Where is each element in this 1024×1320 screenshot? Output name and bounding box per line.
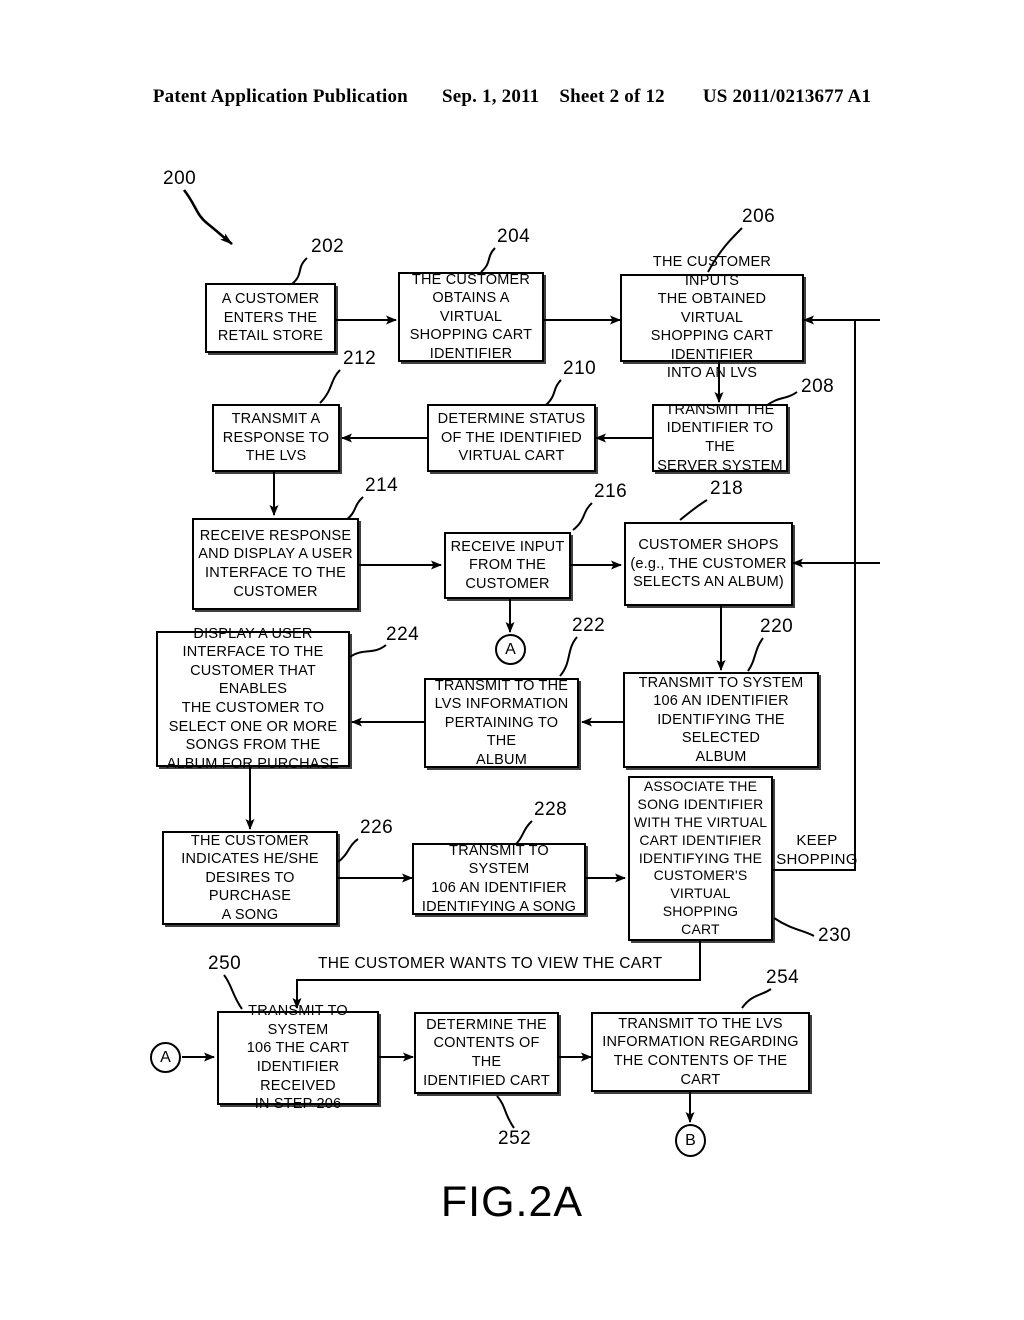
connector-circle-a-lower: A xyxy=(150,1042,181,1073)
patent-figure-page: Patent Application Publication Sep. 1, 20… xyxy=(0,0,1024,1320)
flow-box-224: DISPLAY A USER INTERFACE TO THE CUSTOMER T… xyxy=(156,626,350,772)
ref-numeral-250: 250 xyxy=(208,953,242,974)
flow-box-212: TRANSMIT A RESPONSE TO THE LVS xyxy=(212,404,340,472)
flow-box-224-text: DISPLAY A USER INTERFACE TO THE CUSTOMER T… xyxy=(166,625,340,772)
header-document-number: US 2011/0213677 A1 xyxy=(702,86,872,107)
connector-a-lower-label: A xyxy=(160,1048,171,1066)
ref-numeral-254: 254 xyxy=(766,967,800,988)
flow-box-212-text: TRANSMIT A RESPONSE TO THE LVS xyxy=(222,411,330,465)
ref-numeral-228: 228 xyxy=(534,799,568,820)
flow-box-230: ASSOCIATE THE SONG IDENTIFIER WITH THE VIR… xyxy=(628,776,773,941)
flow-box-216-text: RECEIVE INPUT FROM THE CUSTOMER xyxy=(450,538,565,592)
flow-box-250-text: TRANSMIT TO SYSTEM 106 THE CART IDENTIFIER… xyxy=(246,1003,350,1113)
keep-shopping-line1: KEEP xyxy=(796,832,838,849)
flow-box-218-text: CUSTOMER SHOPS (e.g., THE CUSTOMER SELECTS… xyxy=(630,537,787,591)
flow-box-206-text: THE CUSTOMER INPUTS THE OBTAINED VIRTUAL S… xyxy=(650,254,774,382)
ref-numeral-200: 200 xyxy=(163,168,197,189)
ref-numeral-218: 218 xyxy=(710,478,744,499)
flow-box-204: THE CUSTOMER OBTAINS A VIRTUAL SHOPPING CA… xyxy=(398,272,544,362)
ref-numeral-222: 222 xyxy=(572,615,606,636)
keep-shopping-line2: SHOPPING xyxy=(776,850,858,868)
connector-circle-b: B xyxy=(675,1124,706,1157)
flow-box-254-text: TRANSMIT TO THE LVS INFORMATION REGARDING… xyxy=(602,1015,799,1088)
view-cart-label: THE CUSTOMER WANTS TO VIEW THE CART xyxy=(318,955,662,973)
flow-box-252: DETERMINE THE CONTENTS OF THE IDENTIFIED C… xyxy=(414,1012,559,1094)
view-cart-label-text: THE CUSTOMER WANTS TO VIEW THE CART xyxy=(318,955,663,972)
flow-box-254: TRANSMIT TO THE LVS INFORMATION REGARDING… xyxy=(591,1012,810,1092)
ref-numeral-212: 212 xyxy=(343,348,377,369)
ref-numeral-208: 208 xyxy=(801,376,835,397)
flow-box-226: THE CUSTOMER INDICATES HE/SHE DESIRES TO P… xyxy=(162,831,338,925)
flow-box-208: TRANSMIT THE IDENTIFIER TO THE SERVER SYST… xyxy=(652,401,788,474)
ref-numeral-252: 252 xyxy=(498,1128,532,1149)
ref-numeral-226: 226 xyxy=(360,817,394,838)
flow-box-222-text: TRANSMIT TO THE LVS INFORMATION PERTAINING… xyxy=(434,677,569,768)
flow-box-222: TRANSMIT TO THE LVS INFORMATION PERTAINING… xyxy=(424,678,579,768)
flow-box-226-text: THE CUSTOMER INDICATES HE/SHE DESIRES TO P… xyxy=(181,832,319,923)
flow-box-250: TRANSMIT TO SYSTEM 106 THE CART IDENTIFIER… xyxy=(217,1003,379,1112)
connector-circle-a-upper: A xyxy=(495,634,526,665)
flow-box-206: THE CUSTOMER INPUTS THE OBTAINED VIRTUAL S… xyxy=(620,254,804,381)
figure-caption: FIG.2A xyxy=(0,1178,1024,1227)
figure-caption-text: FIG.2A xyxy=(440,1178,584,1226)
flow-box-228-text: TRANSMIT TO SYSTEM 106 AN IDENTIFIER IDENT… xyxy=(421,842,577,915)
ref-numeral-210: 210 xyxy=(563,358,597,379)
flow-box-202: A CUSTOMER ENTERS THE RETAIL STORE xyxy=(205,283,336,353)
ref-numeral-224: 224 xyxy=(386,624,420,645)
flow-box-210: DETERMINE STATUS OF THE IDENTIFIED VIRTUAL… xyxy=(427,404,596,472)
header-date: Sep. 1, 2011 xyxy=(441,86,540,107)
flow-box-230-text: ASSOCIATE THE SONG IDENTIFIER WITH THE VIR… xyxy=(633,777,768,938)
flow-box-208-text: TRANSMIT THE IDENTIFIER TO THE SERVER SYST… xyxy=(657,401,783,474)
flow-box-228: TRANSMIT TO SYSTEM 106 AN IDENTIFIER IDENT… xyxy=(412,843,586,915)
flow-box-252-text: DETERMINE THE CONTENTS OF THE IDENTIFIED C… xyxy=(423,1016,550,1089)
ref-numeral-202: 202 xyxy=(311,236,345,257)
connector-a-upper-label: A xyxy=(505,640,516,658)
ref-numeral-214: 214 xyxy=(365,475,399,496)
publication-header: Patent Application Publication Sep. 1, 20… xyxy=(0,86,1024,108)
flow-box-216: RECEIVE INPUT FROM THE CUSTOMER xyxy=(444,532,571,599)
connector-b-label: B xyxy=(685,1131,696,1149)
flow-box-214: RECEIVE RESPONSE AND DISPLAY A USER INTERF… xyxy=(192,518,359,610)
keep-shopping-label: KEEP SHOPPING xyxy=(776,832,858,870)
flow-box-214-text: RECEIVE RESPONSE AND DISPLAY A USER INTERF… xyxy=(198,527,353,600)
ref-numeral-230: 230 xyxy=(818,925,852,946)
header-sheet: Sheet 2 of 12 xyxy=(559,86,665,107)
ref-numeral-216: 216 xyxy=(594,481,628,502)
flow-box-204-text: THE CUSTOMER OBTAINS A VIRTUAL SHOPPING CA… xyxy=(409,271,533,362)
flow-box-202-text: A CUSTOMER ENTERS THE RETAIL STORE xyxy=(217,291,324,345)
ref-numeral-206: 206 xyxy=(742,206,776,227)
ref-numeral-220: 220 xyxy=(760,616,794,637)
flow-box-210-text: DETERMINE STATUS OF THE IDENTIFIED VIRTUAL… xyxy=(437,411,586,465)
flow-box-218: CUSTOMER SHOPS (e.g., THE CUSTOMER SELECTS… xyxy=(624,522,793,606)
flow-box-220: TRANSMIT TO SYSTEM 106 AN IDENTIFIER IDENT… xyxy=(623,672,819,768)
header-publication-label: Patent Application Publication xyxy=(152,86,408,107)
ref-numeral-204: 204 xyxy=(497,226,531,247)
flow-box-220-text: TRANSMIT TO SYSTEM 106 AN IDENTIFIER IDENT… xyxy=(638,674,804,765)
